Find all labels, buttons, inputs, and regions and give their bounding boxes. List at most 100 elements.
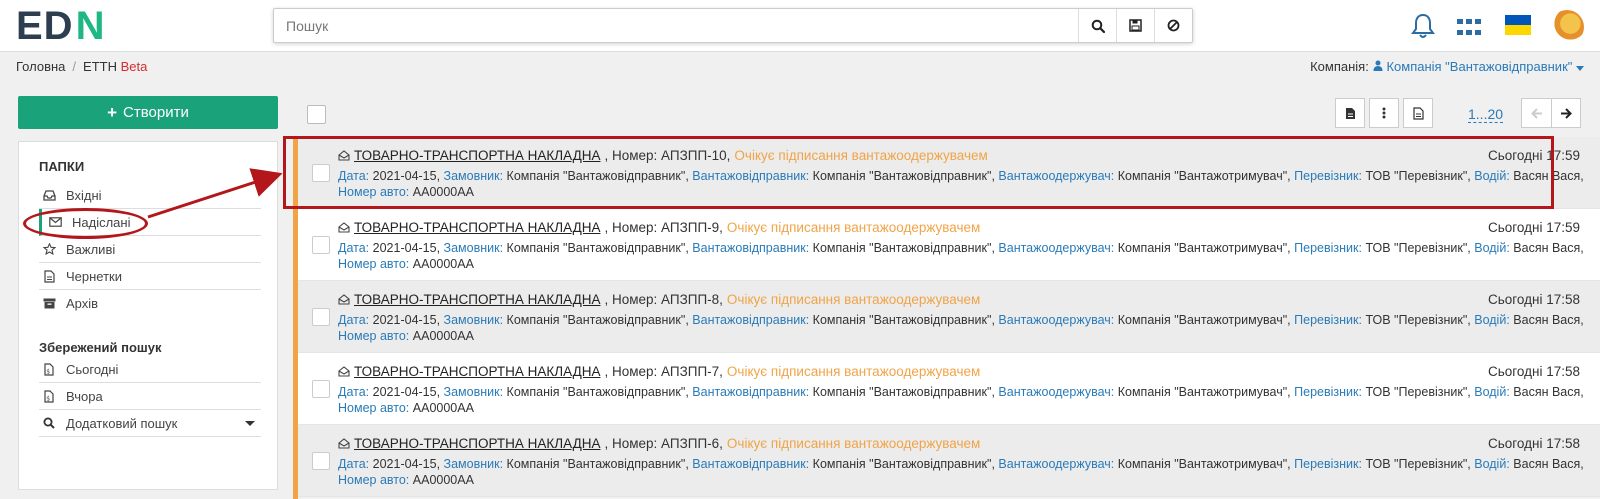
document-title-link[interactable]: ТОВАРНО-ТРАНСПОРТНА НАКЛАДНА bbox=[354, 364, 600, 379]
beta-badge: Beta bbox=[120, 59, 148, 74]
arrow-right-icon bbox=[1561, 107, 1572, 119]
search-input[interactable] bbox=[274, 9, 1078, 42]
document-car-number: Номер авто: AA0000AA bbox=[338, 401, 474, 415]
status-badge: Очікує підписання вантажоодержувачем bbox=[726, 364, 981, 379]
document-timestamp: Сьогодні 17:58 bbox=[1488, 364, 1580, 379]
document-timestamp: Сьогодні 17:58 bbox=[1488, 292, 1580, 307]
document-car-number: Номер авто: AA0000AA bbox=[338, 257, 474, 271]
document-summary: ТОВАРНО-ТРАНСПОРТНА НАКЛАДНА , Номер: АПЗ… bbox=[338, 220, 980, 235]
document-title-link[interactable]: ТОВАРНО-ТРАНСПОРТНА НАКЛАДНА bbox=[354, 292, 600, 307]
status-badge: Очікує підписання вантажоодержувачем bbox=[726, 292, 981, 307]
apps-menu-button[interactable] bbox=[1457, 17, 1481, 37]
document-car-number: Номер авто: AA0000AA bbox=[338, 329, 474, 343]
annotation-highlight-box bbox=[283, 136, 1554, 209]
open-envelope-icon bbox=[338, 438, 350, 449]
logo-text-ed: ED bbox=[16, 4, 74, 48]
search-button[interactable] bbox=[1078, 9, 1116, 42]
sidebar-panel: ПАПКИ Вхідні Надіслані Важливі Чернетки … bbox=[18, 141, 278, 490]
row-checkbox[interactable] bbox=[312, 452, 330, 470]
saved-search-yesterday[interactable]: $ Вчора bbox=[39, 383, 261, 410]
export-button[interactable] bbox=[1335, 98, 1365, 128]
document-title-link[interactable]: ТОВАРНО-ТРАНСПОРТНА НАКЛАДНА bbox=[354, 436, 600, 451]
document-row[interactable]: ТОВАРНО-ТРАНСПОРТНА НАКЛАДНА , Номер: АПЗ… bbox=[298, 425, 1600, 497]
breadcrumb-current: ЕТТН Beta bbox=[83, 59, 148, 74]
save-search-button[interactable] bbox=[1116, 9, 1154, 42]
ban-icon bbox=[1167, 19, 1180, 32]
document-number: , Номер: АПЗПП-9, bbox=[604, 220, 723, 235]
document-number: , Номер: АПЗПП-7, bbox=[604, 364, 723, 379]
document-timestamp: Сьогодні 17:58 bbox=[1488, 436, 1580, 451]
breadcrumb: Головна / ЕТТН Beta bbox=[16, 59, 147, 74]
draft-icon bbox=[42, 269, 56, 283]
row-checkbox[interactable] bbox=[312, 380, 330, 398]
document-icon bbox=[1345, 107, 1355, 119]
next-page-button[interactable] bbox=[1551, 98, 1581, 128]
open-envelope-icon bbox=[338, 366, 350, 377]
advanced-search-dropdown[interactable]: Додатковий пошук bbox=[39, 410, 261, 437]
clear-search-button[interactable] bbox=[1154, 9, 1192, 42]
document-details: Дата: 2021-04-15, Замовник: Компанія "Ва… bbox=[338, 457, 1584, 471]
vertical-dots-icon bbox=[1382, 107, 1386, 119]
create-button[interactable]: + Створити bbox=[18, 96, 278, 129]
open-envelope-icon bbox=[338, 294, 350, 305]
svg-text:$: $ bbox=[46, 368, 50, 375]
calendar-icon: $ bbox=[42, 362, 56, 376]
document-timestamp: Сьогодні 17:59 bbox=[1488, 220, 1580, 235]
previous-page-button[interactable] bbox=[1521, 98, 1551, 128]
svg-text:$: $ bbox=[46, 395, 50, 402]
caret-down-icon bbox=[245, 421, 255, 426]
document-details: Дата: 2021-04-15, Замовник: Компанія "Ва… bbox=[338, 313, 1584, 327]
annotation-ellipse bbox=[23, 208, 148, 239]
saved-search-heading: Збережений пошук bbox=[39, 340, 162, 355]
notifications-button[interactable] bbox=[1410, 12, 1436, 40]
open-envelope-icon bbox=[338, 222, 350, 233]
document-row[interactable]: ТОВАРНО-ТРАНСПОРТНА НАКЛАДНА , Номер: АПЗ… bbox=[298, 353, 1600, 425]
document-row[interactable]: ТОВАРНО-ТРАНСПОРТНА НАКЛАДНА , Номер: АПЗ… bbox=[298, 281, 1600, 353]
document-number: , Номер: АПЗПП-8, bbox=[604, 292, 723, 307]
inbox-icon bbox=[42, 189, 56, 201]
document-title-link[interactable]: ТОВАРНО-ТРАНСПОРТНА НАКЛАДНА bbox=[354, 220, 600, 235]
status-badge: Очікує підписання вантажоодержувачем bbox=[726, 436, 981, 451]
document-summary: ТОВАРНО-ТРАНСПОРТНА НАКЛАДНА , Номер: АПЗ… bbox=[338, 292, 980, 307]
folder-inbox[interactable]: Вхідні bbox=[39, 182, 261, 209]
breadcrumb-separator: / bbox=[72, 59, 77, 74]
bell-icon bbox=[1411, 13, 1435, 38]
document-car-number: Номер авто: AA0000AA bbox=[338, 473, 474, 487]
document-summary: ТОВАРНО-ТРАНСПОРТНА НАКЛАДНА , Номер: АПЗ… bbox=[338, 436, 980, 451]
archive-icon bbox=[42, 298, 56, 309]
folder-drafts[interactable]: Чернетки bbox=[39, 263, 261, 290]
file-text-icon bbox=[1412, 106, 1424, 120]
company-selector: Компанія: Компанія "Вантажовідправник" bbox=[1310, 59, 1584, 74]
search-bar bbox=[273, 8, 1193, 43]
more-actions-button[interactable] bbox=[1369, 98, 1399, 128]
language-flag-icon[interactable] bbox=[1505, 15, 1531, 35]
pagination-range[interactable]: 1...20 bbox=[1468, 106, 1504, 123]
calendar-icon: $ bbox=[42, 389, 56, 403]
row-checkbox[interactable] bbox=[312, 236, 330, 254]
document-details: Дата: 2021-04-15, Замовник: Компанія "Ва… bbox=[338, 241, 1584, 255]
search-icon bbox=[1091, 19, 1105, 33]
breadcrumb-home[interactable]: Головна bbox=[16, 59, 65, 74]
select-all-checkbox[interactable] bbox=[307, 105, 326, 124]
plus-icon: + bbox=[107, 102, 118, 122]
search-icon bbox=[42, 417, 56, 429]
logo-text-n: N bbox=[75, 4, 106, 48]
document-summary: ТОВАРНО-ТРАНСПОРТНА НАКЛАДНА , Номер: АПЗ… bbox=[338, 364, 980, 379]
document-number: , Номер: АПЗПП-6, bbox=[604, 436, 723, 451]
folder-important[interactable]: Важливі bbox=[39, 236, 261, 263]
saved-search-today[interactable]: $ Сьогодні bbox=[39, 356, 261, 383]
folder-archive[interactable]: Архів bbox=[39, 290, 261, 317]
arrow-left-icon bbox=[1530, 107, 1542, 119]
company-dropdown[interactable]: Компанія "Вантажовідправник" bbox=[1373, 59, 1584, 74]
edin-logo[interactable]: ED N bbox=[16, 4, 106, 48]
floppy-disk-icon bbox=[1129, 19, 1142, 32]
caret-down-icon bbox=[1576, 66, 1584, 71]
top-navigation-bar: ED N bbox=[0, 0, 1600, 52]
row-checkbox[interactable] bbox=[312, 308, 330, 326]
status-badge: Очікує підписання вантажоодержувачем bbox=[726, 220, 981, 235]
document-row[interactable]: ТОВАРНО-ТРАНСПОРТНА НАКЛАДНА , Номер: АПЗ… bbox=[298, 209, 1600, 281]
user-icon bbox=[1373, 60, 1383, 71]
folders-heading: ПАПКИ bbox=[39, 159, 85, 174]
user-avatar[interactable] bbox=[1550, 10, 1584, 44]
document-view-button[interactable] bbox=[1403, 98, 1433, 128]
